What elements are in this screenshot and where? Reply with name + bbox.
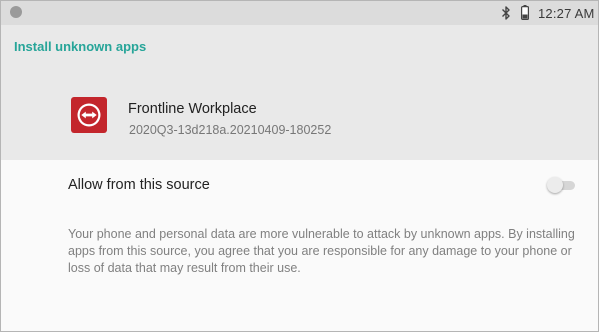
status-bar: 12:27 AM <box>1 1 598 25</box>
page-title: Install unknown apps <box>14 39 147 54</box>
app-version: 2020Q3-13d218a.20210409-180252 <box>129 123 332 137</box>
bluetooth-icon <box>502 6 510 20</box>
toggle-thumb <box>547 177 563 193</box>
battery-icon <box>521 5 529 20</box>
screen: 12:27 AM Install unknown apps Frontline … <box>0 0 599 332</box>
app-name: Frontline Workplace <box>128 101 257 117</box>
status-dot-icon <box>10 6 22 18</box>
clock: 12:27 AM <box>538 6 595 21</box>
allow-from-source-label[interactable]: Allow from this source <box>68 177 210 193</box>
teamviewer-logo-icon <box>71 97 107 133</box>
app-header-section: Install unknown apps Frontline Workplace… <box>1 25 598 160</box>
allow-from-source-toggle[interactable] <box>547 177 577 193</box>
security-warning-text: Your phone and personal data are more vu… <box>68 227 575 275</box>
